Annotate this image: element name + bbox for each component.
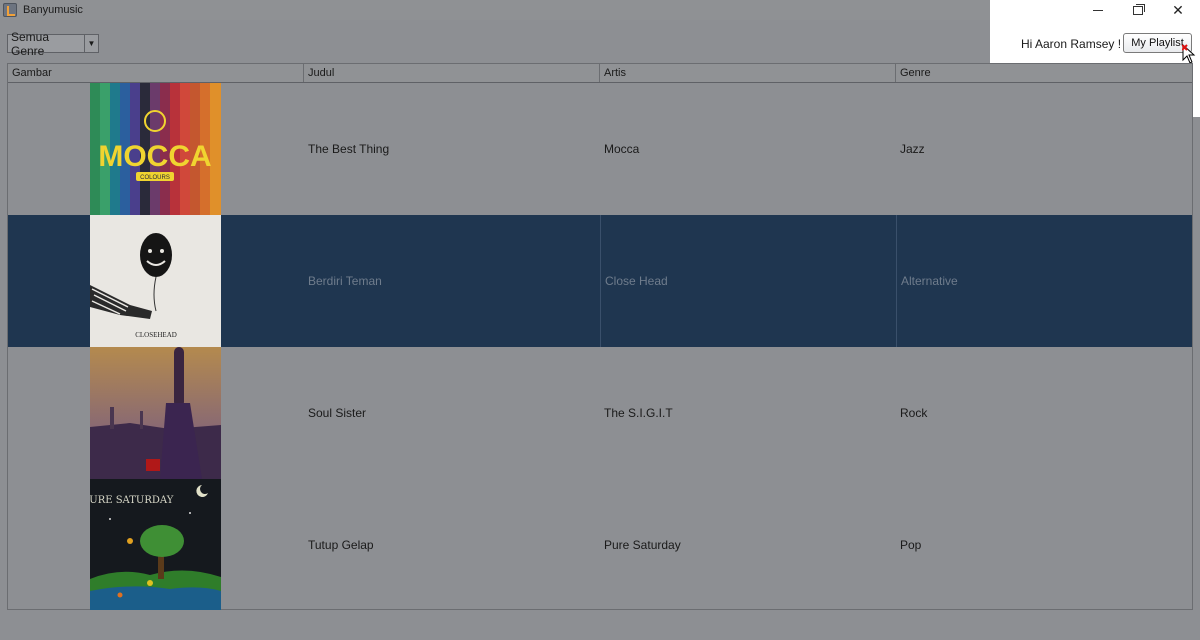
close-button[interactable]: ✕	[1158, 0, 1198, 20]
column-header-artis[interactable]: Artis	[600, 64, 896, 82]
table-row[interactable]: Soul Sister The S.I.G.I.T Rock	[8, 347, 1192, 479]
cell-artis: The S.I.G.I.T	[604, 406, 673, 420]
java-app-icon	[3, 3, 17, 17]
chevron-down-icon[interactable]: ▼	[84, 35, 98, 52]
genre-dropdown-value: Semua Genre	[11, 29, 50, 58]
album-cover-sigit[interactable]	[90, 347, 221, 479]
cell-genre: Jazz	[900, 142, 925, 156]
cell-genre: Rock	[900, 406, 928, 420]
column-header-judul[interactable]: Judul	[304, 64, 600, 82]
table-row[interactable]: PURE SATURDAY Tutup Gelap Pure Saturday …	[8, 479, 1192, 611]
cell-artis: Pure Saturday	[604, 538, 681, 552]
cover-subtext: COLOURS	[140, 175, 170, 181]
album-cover-mocca[interactable]: MOCCA COLOURS	[90, 83, 221, 215]
restore-button[interactable]	[1118, 0, 1158, 20]
cell-genre: Alternative	[896, 215, 1192, 347]
column-header-genre[interactable]: Genre	[896, 64, 1192, 82]
cell-judul: Soul Sister	[308, 406, 367, 420]
table-header: Gambar Judul Artis Genre	[8, 64, 1192, 83]
minimize-icon	[1093, 9, 1103, 11]
toolbar: Semua Genre ▼ Hi Aaron Ramsey ! My Playl…	[0, 20, 1200, 62]
bottom-bar	[0, 610, 1200, 640]
restore-icon	[1133, 3, 1145, 15]
window-title: Banyumusic	[23, 4, 83, 16]
app-window: Banyumusic ✕ Semua Genre ▼ Hi Aaron Rams…	[0, 0, 1200, 640]
column-header-gambar[interactable]: Gambar	[8, 64, 304, 82]
cell-artis: Close Head	[600, 215, 896, 347]
cover-text: CLOSEHEAD	[135, 331, 177, 339]
user-greeting: Hi Aaron Ramsey !	[1021, 37, 1122, 51]
album-cover-closehead[interactable]: CLOSEHEAD	[90, 215, 221, 347]
cell-judul: Tutup Gelap	[308, 538, 374, 552]
table-row-selected[interactable]: CLOSEHEAD Berdiri Teman Close Head Alter…	[8, 215, 1192, 347]
cell-judul: The Best Thing	[308, 142, 390, 156]
minimize-button[interactable]	[1078, 0, 1118, 20]
album-cover-pure-saturday[interactable]: PURE SATURDAY	[90, 479, 221, 611]
cover-text: PURE SATURDAY	[90, 495, 174, 506]
songs-table: Gambar Judul Artis Genre MOCCA COLOURS T…	[7, 63, 1193, 611]
close-icon: ✕	[1172, 2, 1184, 18]
cell-judul: Berdiri Teman	[308, 274, 382, 288]
cover-text: MOCCA	[98, 140, 211, 173]
table-row[interactable]: MOCCA COLOURS The Best Thing Mocca Jazz	[8, 83, 1192, 215]
cell-genre: Pop	[900, 538, 922, 552]
cell-artis: Mocca	[604, 142, 640, 156]
genre-dropdown[interactable]: Semua Genre ▼	[7, 30, 99, 58]
